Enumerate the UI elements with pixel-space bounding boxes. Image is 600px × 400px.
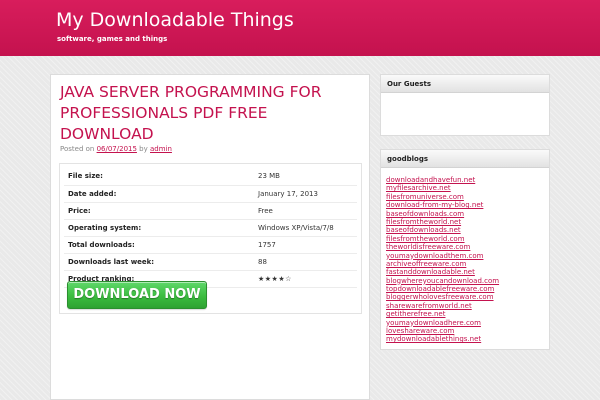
author-link[interactable]: admin	[150, 145, 172, 153]
site-title-link[interactable]: My Downloadable Things	[56, 9, 294, 31]
site-tagline: software, games and things	[57, 35, 168, 43]
rating-stars: ★★★★☆	[254, 270, 357, 288]
blog-link[interactable]: mydownloadablethings.net	[386, 335, 481, 343]
file-info-table: File size: 23 MB Date added: January 17,…	[64, 168, 357, 288]
file-size-value: 23 MB	[254, 168, 357, 186]
post-content: JAVA SERVER PROGRAMMING FOR PROFESSIONAL…	[50, 74, 370, 400]
site-header: My Downloadable Things software, games a…	[0, 0, 600, 56]
price-label: Price:	[64, 202, 254, 220]
table-row: File size: 23 MB	[64, 168, 357, 186]
operating-system-value: Windows XP/Vista/7/8	[254, 219, 357, 237]
download-now-button[interactable]: DOWNLOAD NOW	[67, 281, 207, 309]
operating-system-label: Operating system:	[64, 219, 254, 237]
list-item: bloggerwholovesfreeware.com	[386, 290, 549, 301]
list-item: filesfromtheworld.com	[386, 232, 549, 243]
post-title: JAVA SERVER PROGRAMMING FOR PROFESSIONAL…	[60, 83, 322, 143]
list-item: baseofdownloads.net	[386, 223, 549, 234]
downloads-last-week-value: 88	[254, 253, 357, 271]
table-row: Total downloads: 1757	[64, 236, 357, 254]
goodblogs-widget: goodblogs downloadandhavefun.net myfiles…	[380, 149, 550, 350]
by-label: by	[139, 145, 148, 153]
blog-link-list: downloadandhavefun.net myfilesarchive.ne…	[381, 168, 549, 343]
total-downloads-value: 1757	[254, 236, 357, 254]
list-item: blogwhereyoucandownload.com	[386, 274, 549, 285]
table-row: Downloads last week: 88	[64, 253, 357, 271]
list-item: theworldisfreeware.com	[386, 240, 549, 251]
list-item: youmaydownloadthem.com	[386, 249, 549, 260]
list-item: filesfromuniverse.com	[386, 190, 549, 201]
our-guests-widget: Our Guests	[380, 74, 550, 136]
list-item: topdownloadablefreeware.com	[386, 282, 549, 293]
goodblogs-title: goodblogs	[381, 150, 549, 168]
table-row: Price: Free	[64, 202, 357, 220]
downloads-last-week-label: Downloads last week:	[64, 253, 254, 271]
our-guests-title: Our Guests	[381, 75, 549, 93]
download-info-box: File size: 23 MB Date added: January 17,…	[59, 163, 362, 314]
list-item: sharewarefromworld.net	[386, 299, 549, 310]
list-item: youmaydownloadhere.com	[386, 316, 549, 327]
list-item: filesfromtheworld.net	[386, 215, 549, 226]
date-added-value: January 17, 2013	[254, 185, 357, 203]
posted-on-label: Posted on	[60, 145, 95, 153]
date-added-label: Date added:	[64, 185, 254, 203]
file-size-label: File size:	[64, 168, 254, 186]
list-item: mydownloadablethings.net	[386, 332, 549, 343]
list-item: download-from-my-blog.net	[386, 198, 549, 209]
list-item: fastanddownloadable.net	[386, 265, 549, 276]
table-row: Operating system: Windows XP/Vista/7/8	[64, 219, 357, 237]
post-meta: Posted on 06/07/2015 by admin	[60, 145, 172, 153]
post-date-link[interactable]: 06/07/2015	[97, 145, 137, 153]
list-item: downloadandhavefun.net	[386, 173, 549, 184]
total-downloads-label: Total downloads:	[64, 236, 254, 254]
price-value: Free	[254, 202, 357, 220]
table-row: Date added: January 17, 2013	[64, 185, 357, 203]
